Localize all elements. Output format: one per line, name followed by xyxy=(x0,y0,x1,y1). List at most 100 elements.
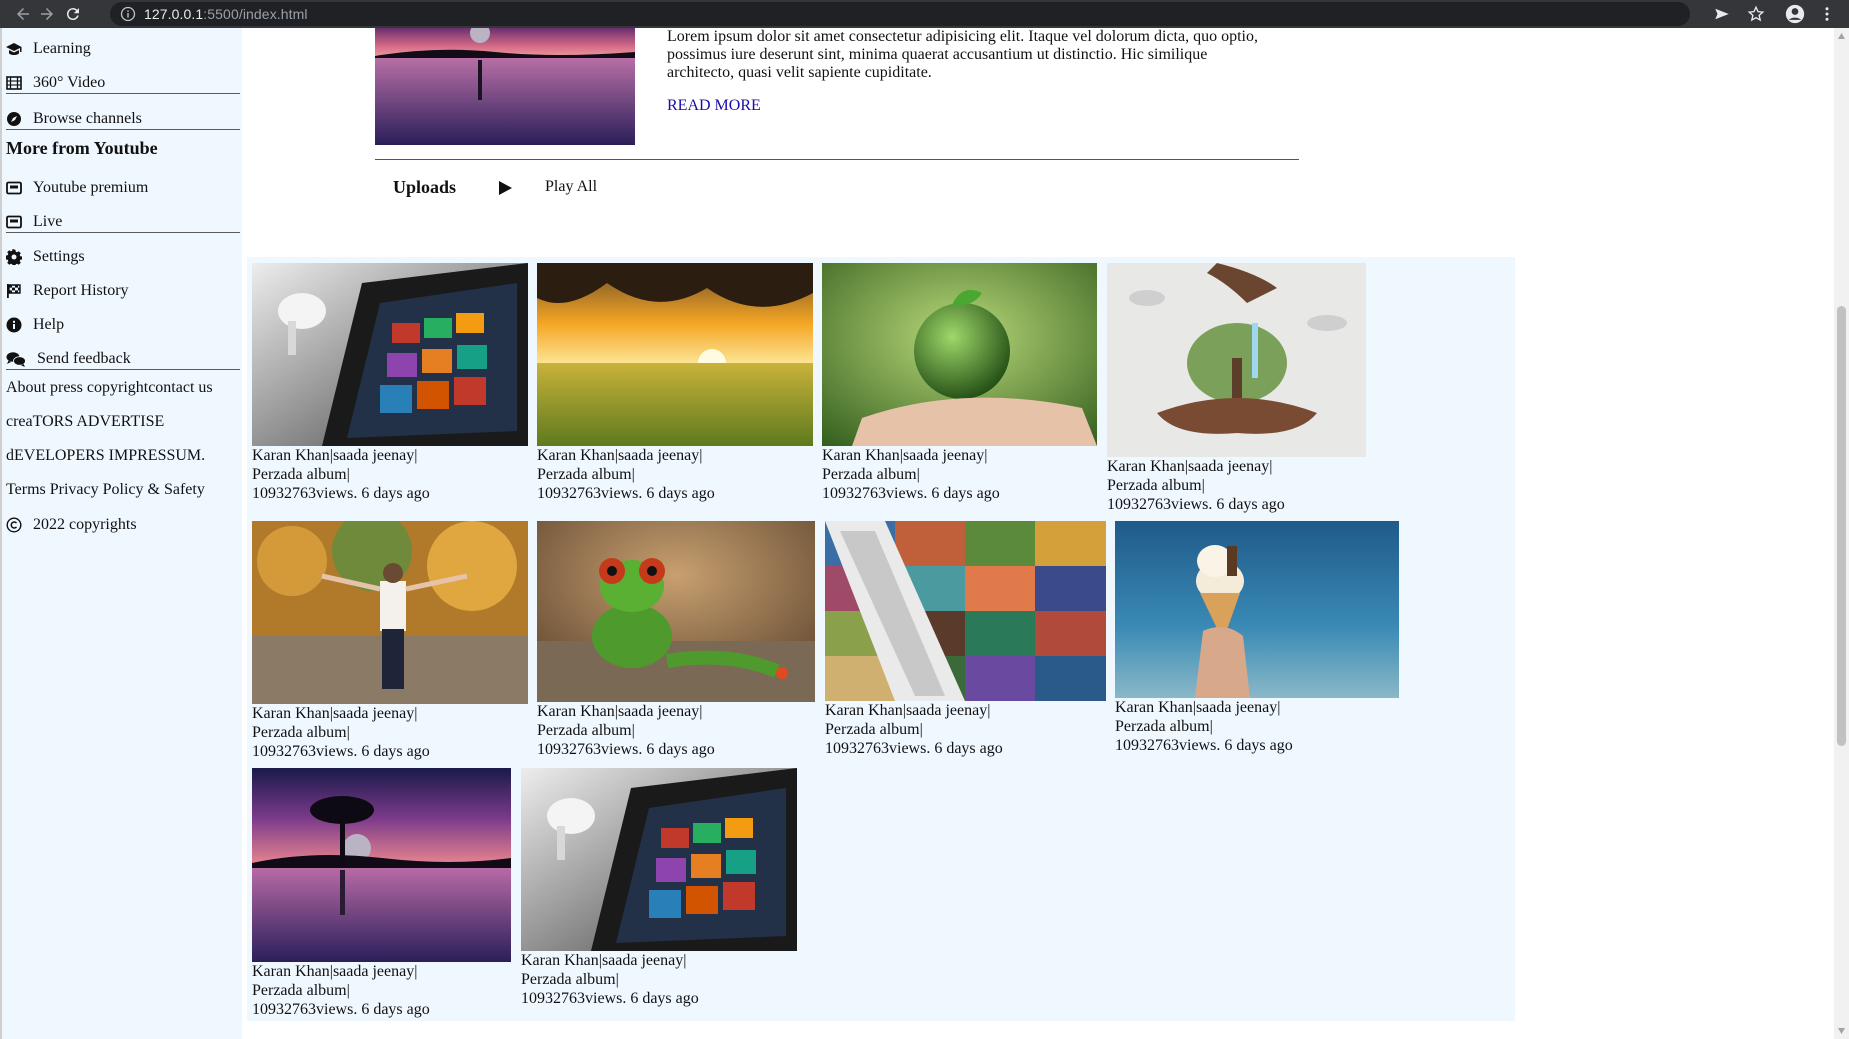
video-channel-line: Karan Khan|saada jeenay| xyxy=(521,952,687,969)
kebab-menu-icon xyxy=(1825,7,1829,21)
sidebar-footer-links[interactable]: creaTORS ADVERTISE xyxy=(6,413,164,431)
address-bar[interactable]: 127.0.0.1:5500/index.html xyxy=(110,2,1690,26)
video-card[interactable]: Karan Khan|saada jeenay| Perzada album| … xyxy=(1107,263,1366,514)
sidebar-footer-links[interactable]: About press copyrightcontact us xyxy=(6,379,213,397)
video-channel-line: Karan Khan|saada jeenay| xyxy=(252,963,418,980)
browser-toolbar: 127.0.0.1:5500/index.html xyxy=(0,0,1849,28)
sidebar-item-label: Report History xyxy=(33,282,129,299)
info-circle-icon xyxy=(6,317,22,333)
video-channel-line: Karan Khan|saada jeenay| xyxy=(1107,458,1273,475)
reload-button[interactable] xyxy=(62,3,84,25)
sidebar-divider xyxy=(6,232,240,233)
sidebar-divider xyxy=(6,129,240,130)
video-thumbnail[interactable] xyxy=(1115,521,1399,698)
video-card[interactable]: Karan Khan|saada jeenay| Perzada album| … xyxy=(537,263,813,503)
compass-icon xyxy=(6,111,22,127)
sidebar-item-youtube-premium[interactable]: Youtube premium xyxy=(6,173,148,203)
video-album-line: Perzada album| xyxy=(1115,718,1213,735)
url-text: 127.0.0.1:5500/index.html xyxy=(144,6,308,22)
sidebar-item-label: Help xyxy=(33,316,65,333)
sidebar-item-report-history[interactable]: Report History xyxy=(6,276,129,306)
featured-video-description: Lorem ipsum dolor sit amet consectetur a… xyxy=(667,28,1258,81)
video-thumbnail[interactable] xyxy=(252,521,528,704)
scroll-down-arrow-icon[interactable] xyxy=(1837,1027,1846,1035)
play-all-link[interactable]: Play All xyxy=(545,178,597,196)
video-album-line: Perzada album| xyxy=(252,982,350,999)
scroll-up-arrow-icon[interactable] xyxy=(1837,32,1846,40)
sidebar-section-heading: More from Youtube xyxy=(6,138,158,158)
section-divider xyxy=(375,159,1299,160)
laptop-screen-image xyxy=(521,768,797,951)
video-views-line: 10932763views. 6 days ago xyxy=(537,741,715,758)
url-host: 127.0.0.1 xyxy=(144,6,204,22)
video-channel-line: Karan Khan|saada jeenay| xyxy=(825,702,991,719)
flag-icon xyxy=(6,283,22,299)
forward-button[interactable] xyxy=(36,3,58,25)
copyright-icon xyxy=(6,517,22,533)
gear-icon xyxy=(6,249,22,265)
video-card[interactable]: Karan Khan|saada jeenay| Perzada album| … xyxy=(825,521,1106,758)
laptop-screen-image xyxy=(252,263,528,446)
sidebar-item-label: Learning xyxy=(33,40,91,57)
sidebar-item-label: Settings xyxy=(33,248,85,265)
video-card[interactable]: Karan Khan|saada jeenay| Perzada album| … xyxy=(822,263,1097,503)
video-channel-line: Karan Khan|saada jeenay| xyxy=(252,447,418,464)
frog-figure-image xyxy=(537,521,815,702)
video-thumbnail[interactable] xyxy=(1107,263,1366,457)
sidebar-item-help[interactable]: Help xyxy=(6,310,64,340)
sidebar-item-learning[interactable]: Learning xyxy=(6,34,91,64)
video-channel-line: Karan Khan|saada jeenay| xyxy=(252,705,418,722)
video-card[interactable]: Karan Khan|saada jeenay| Perzada album| … xyxy=(252,263,528,503)
video-album-line: Perzada album| xyxy=(822,466,920,483)
sidebar-item-label: Browse channels xyxy=(33,110,142,127)
hands-with-tree-image xyxy=(1107,263,1366,457)
uploads-heading: Uploads xyxy=(393,177,457,197)
sidebar-item-settings[interactable]: Settings xyxy=(6,242,85,272)
video-card[interactable]: Karan Khan|saada jeenay| Perzada album| … xyxy=(1115,521,1399,755)
video-card[interactable]: Karan Khan|saada jeenay| Perzada album| … xyxy=(521,768,797,1008)
video-thumbnail[interactable] xyxy=(252,263,528,446)
video-thumbnail[interactable] xyxy=(537,521,815,702)
video-card[interactable]: Karan Khan|saada jeenay| Perzada album| … xyxy=(537,521,815,759)
video-views-line: 10932763views. 6 days ago xyxy=(252,485,430,502)
sidebar: Learning 360° Video Browse channels More… xyxy=(2,28,242,1039)
video-views-line: 10932763views. 6 days ago xyxy=(521,990,699,1007)
video-album-line: Perzada album| xyxy=(537,466,635,483)
bookmark-button[interactable] xyxy=(1745,3,1767,25)
sidebar-footer-links[interactable]: Terms Privacy Policy & Safety xyxy=(6,481,205,499)
featured-video-thumbnail[interactable] xyxy=(375,28,635,145)
video-album-line: Perzada album| xyxy=(537,722,635,739)
sidebar-footer-links[interactable]: dEVELOPERS IMPRESSUM. xyxy=(6,447,205,465)
video-channel-line: Karan Khan|saada jeenay| xyxy=(537,447,703,464)
arrow-left-icon xyxy=(17,8,29,20)
video-thumbnail[interactable] xyxy=(521,768,797,951)
video-album-line: Perzada album| xyxy=(252,466,350,483)
video-views-line: 10932763views. 6 days ago xyxy=(822,485,1000,502)
ice-cream-beach-image xyxy=(1115,521,1399,698)
video-thumbnail[interactable] xyxy=(252,768,511,962)
video-card[interactable]: Karan Khan|saada jeenay| Perzada album| … xyxy=(252,521,528,761)
arrow-right-icon xyxy=(41,8,53,20)
video-thumbnail[interactable] xyxy=(825,521,1106,701)
film-icon xyxy=(6,75,22,91)
url-path: :5500/index.html xyxy=(203,6,308,22)
profile-button[interactable] xyxy=(1784,3,1806,25)
read-more-link[interactable]: READ MORE xyxy=(667,97,761,115)
send-tab-button[interactable] xyxy=(1711,3,1733,25)
video-thumbnail[interactable] xyxy=(537,263,813,446)
menu-button[interactable] xyxy=(1816,3,1838,25)
video-channel-line: Karan Khan|saada jeenay| xyxy=(822,447,988,464)
video-thumbnail[interactable] xyxy=(822,263,1097,446)
page-scrollbar[interactable] xyxy=(1834,28,1849,1039)
video-album-line: Perzada album| xyxy=(521,971,619,988)
play-icon[interactable] xyxy=(497,180,513,196)
tree-reflection-image xyxy=(252,768,511,962)
send-icon xyxy=(1715,8,1729,20)
copyright-text: 2022 copyrights xyxy=(33,516,137,533)
video-album-line: Perzada album| xyxy=(825,721,923,738)
video-views-line: 10932763views. 6 days ago xyxy=(537,485,715,502)
video-card[interactable]: Karan Khan|saada jeenay| Perzada album| … xyxy=(252,768,511,1019)
back-button[interactable] xyxy=(12,3,34,25)
reload-icon xyxy=(66,8,79,21)
scrollbar-thumb[interactable] xyxy=(1837,306,1846,746)
